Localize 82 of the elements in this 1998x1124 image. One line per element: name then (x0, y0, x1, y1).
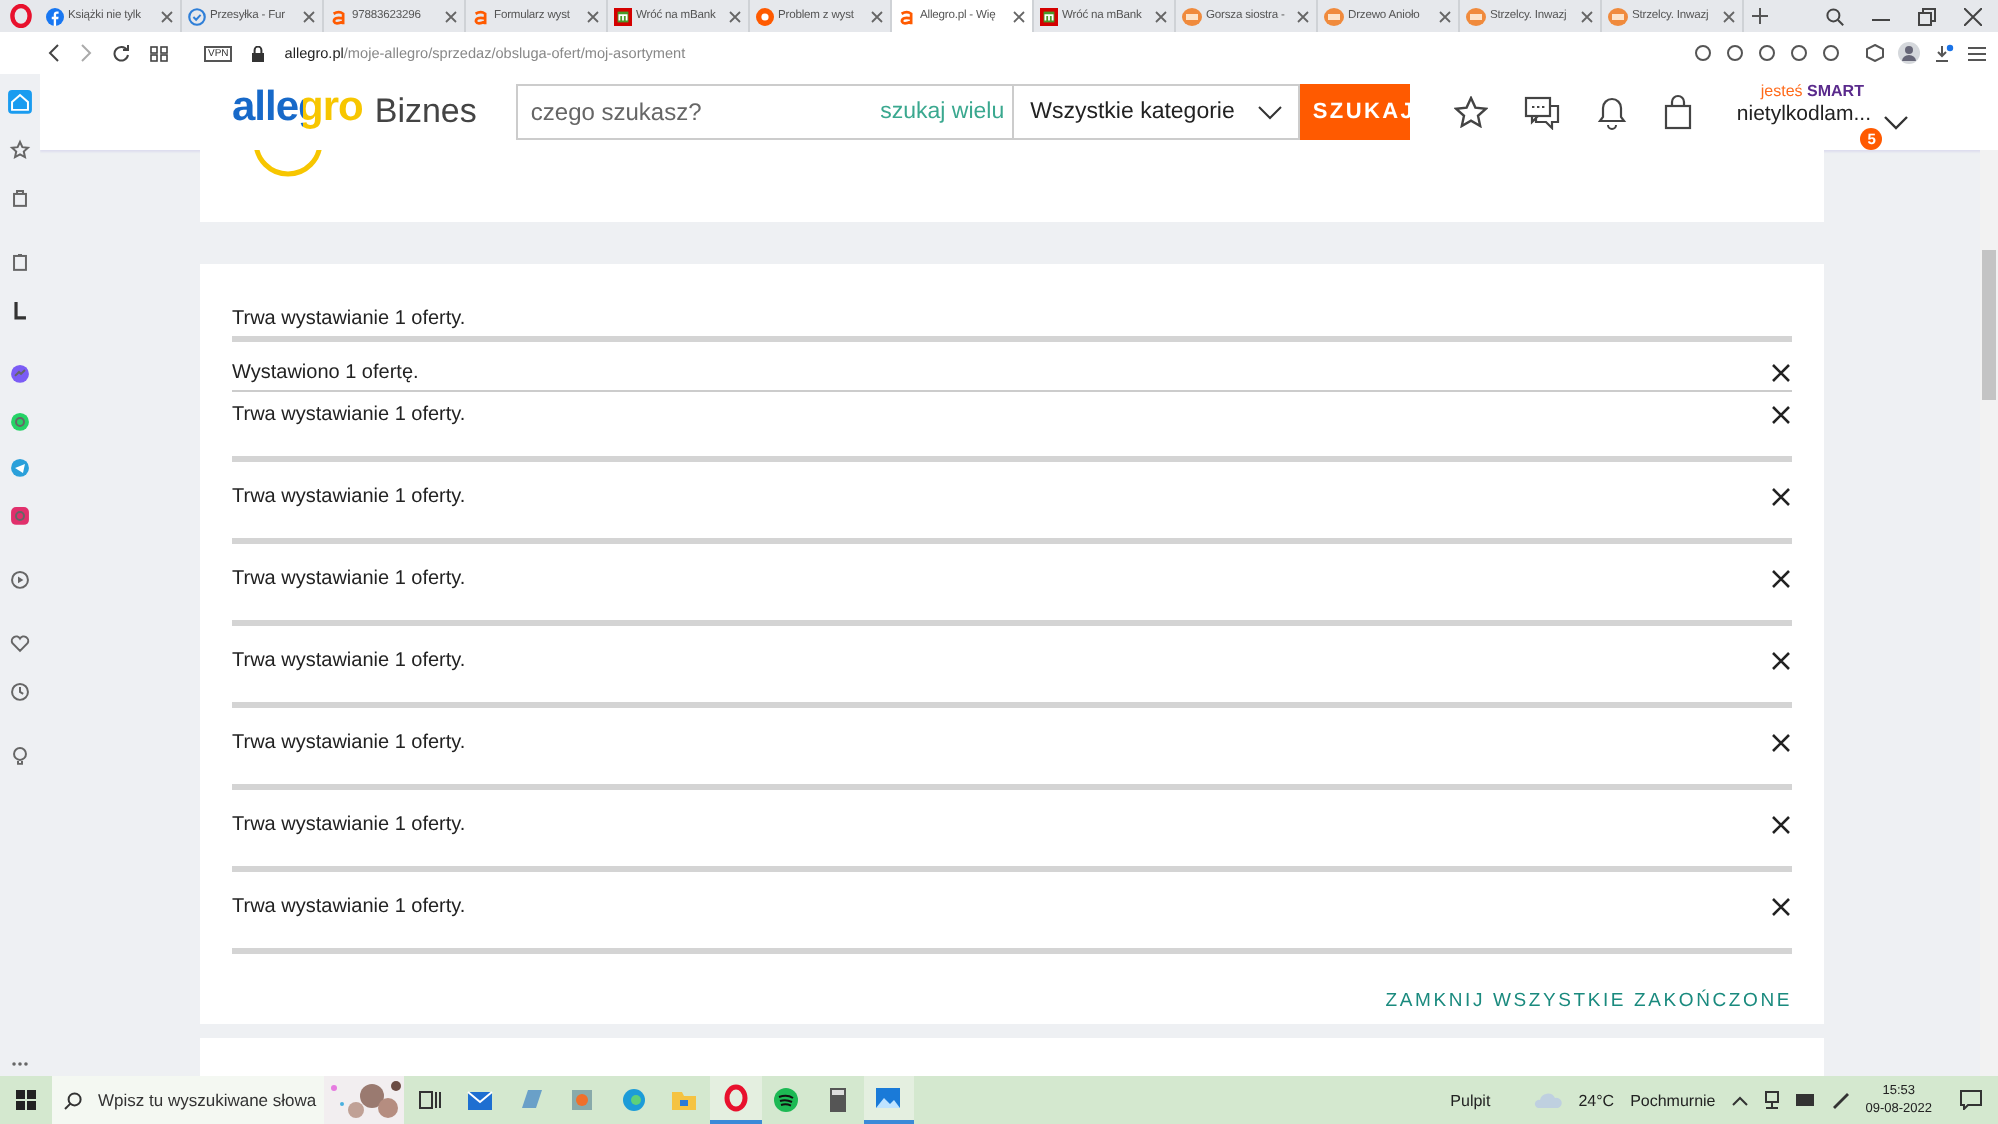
search-input[interactable]: Wpisz tu wyszukiwane słowa (94, 1088, 322, 1112)
close-icon[interactable] (1772, 364, 1790, 383)
download-icon[interactable] (1934, 43, 1954, 63)
chat-bubble-icon[interactable] (8, 361, 32, 386)
paper-plane-icon[interactable] (8, 456, 32, 481)
book-badge-icon (1324, 7, 1344, 25)
menu-icon[interactable] (1968, 45, 1986, 61)
smart-badge[interactable]: jesteś SMART (1760, 82, 1864, 100)
desktop-label[interactable]: Pulpit (1450, 1091, 1491, 1109)
book-badge-icon (1466, 7, 1486, 25)
chevron-down-icon (1258, 105, 1283, 119)
star-icon[interactable] (1454, 96, 1489, 128)
grid-icon[interactable] (150, 45, 168, 61)
letter-l-icon[interactable] (8, 297, 32, 322)
logo[interactable]: allegro (232, 84, 363, 132)
battery-icon[interactable] (1795, 1094, 1816, 1106)
ring-badge-icon (756, 7, 774, 25)
pen-icon[interactable] (1831, 1091, 1850, 1109)
bag-icon[interactable] (1664, 94, 1693, 130)
category-dropdown[interactable]: Wszystkie kategorie (1012, 86, 1299, 138)
bulb-icon[interactable] (8, 744, 32, 768)
new-tab-icon[interactable] (1752, 8, 1768, 24)
chevron-up-icon[interactable] (1731, 1095, 1748, 1105)
close-icon[interactable] (1772, 406, 1790, 425)
book-badge-icon (1608, 7, 1628, 25)
close-icon[interactable] (1772, 816, 1790, 835)
letter-a-icon (898, 7, 916, 25)
taskbar-search-field[interactable]: Wpisz tu wyszukiwane słowa (52, 1076, 404, 1124)
status-text: Trwa wystawianie 1 oferty. (232, 486, 466, 509)
star-icon[interactable] (8, 137, 32, 162)
close-icon[interactable] (1772, 898, 1790, 917)
logo-suffix: Biznes (374, 92, 477, 132)
phone-bubble-icon[interactable] (8, 409, 32, 433)
browser-logo-icon[interactable] (710, 1076, 761, 1124)
browser-logo-icon[interactable] (9, 4, 31, 28)
restore-icon[interactable] (1918, 7, 1936, 25)
search-icon (64, 1091, 82, 1109)
close-icon[interactable] (1772, 652, 1790, 671)
search-icon[interactable] (1826, 7, 1844, 25)
temperature-label[interactable]: 24°C (1578, 1091, 1615, 1109)
user-name[interactable]: nietylkodlam... (1736, 102, 1872, 126)
book-badge-icon (1182, 7, 1202, 25)
bag-icon[interactable] (8, 185, 32, 210)
shield-icon (188, 7, 206, 25)
avatar-icon[interactable] (1898, 42, 1920, 64)
status-text: Trwa wystawianie 1 oferty. (232, 732, 466, 755)
notification-icon[interactable] (1960, 1090, 1982, 1110)
scrollbar[interactable] (1980, 150, 1998, 1076)
status-text: Trwa wystawianie 1 oferty. (232, 896, 466, 919)
back-icon[interactable] (48, 44, 60, 62)
photos-icon[interactable] (863, 1076, 914, 1124)
clipboard-icon[interactable] (8, 249, 32, 274)
close-icon[interactable] (1772, 734, 1790, 753)
letter-a-icon (330, 7, 348, 25)
close-icon[interactable] (1772, 488, 1790, 507)
windows-start-icon[interactable] (16, 1090, 36, 1110)
cube-icon[interactable] (1866, 44, 1884, 62)
close-all-link[interactable]: ZAMKNIJ WSZYSTKIE ZAKOŃCZONE (1385, 989, 1792, 1012)
bank-logo-icon (614, 7, 632, 25)
search-bar[interactable]: czego szukasz? szukaj wielu Wszystkie kategorie (516, 84, 1301, 140)
play-icon[interactable] (8, 568, 32, 593)
status-text: Trwa wystawianie 1 oferty. (232, 308, 466, 331)
weather-label[interactable]: Pochmurnie (1630, 1091, 1716, 1109)
clock-icon[interactable] (8, 680, 32, 705)
reload-icon[interactable] (112, 44, 130, 62)
bell-icon[interactable] (1596, 94, 1629, 130)
status-text: Trwa wystawianie 1 oferty. (232, 650, 466, 673)
facebook-icon (46, 7, 64, 25)
home-icon[interactable] (8, 90, 32, 114)
chevron-down-icon[interactable] (1883, 116, 1908, 130)
close-icon[interactable] (1964, 7, 1982, 25)
circle-arc-icon (252, 150, 324, 178)
status-text: Trwa wystawianie 1 oferty. (232, 814, 466, 837)
letter-a-icon (472, 7, 490, 25)
status-text: Trwa wystawianie 1 oferty. (232, 404, 466, 427)
chat-icon[interactable] (1524, 95, 1561, 129)
status-text: Wystawiono 1 ofertę. (232, 362, 419, 385)
lock-icon (252, 45, 265, 61)
network-icon[interactable] (1763, 1090, 1780, 1110)
close-icon[interactable] (1772, 570, 1790, 589)
status-text: Trwa wystawianie 1 oferty. (232, 568, 466, 591)
bank-logo-icon (1040, 7, 1058, 25)
